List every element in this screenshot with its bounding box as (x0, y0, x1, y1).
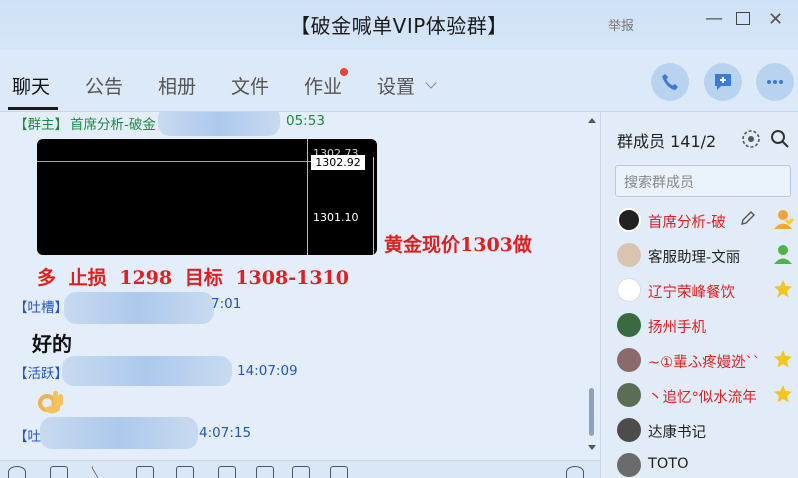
title-bar: 【破金喊单VIP体验群】 举报 — ✕ (0, 0, 798, 50)
avatar (617, 313, 641, 337)
image-icon[interactable] (176, 466, 194, 478)
tab-announcement[interactable]: 公告 (85, 72, 123, 99)
scroll-thumb[interactable] (589, 388, 594, 436)
tab-album[interactable]: 相册 (158, 72, 196, 99)
avatar (617, 348, 641, 372)
member-name: 客服助理-文丽 (648, 250, 741, 266)
tab-chat[interactable]: 聊天 (12, 72, 50, 99)
chat-scrollbar[interactable] (584, 112, 598, 460)
scroll-up-icon[interactable] (588, 118, 596, 123)
star-badge-icon (774, 385, 792, 403)
tab-files[interactable]: 文件 (231, 72, 269, 99)
chat-area[interactable]: 【群主】 首席分析-破金 05:53 1302.73 1302.92 1301.… (0, 112, 600, 460)
member-item[interactable]: 扬州手机 (617, 313, 797, 341)
folder-icon[interactable] (136, 466, 154, 478)
member-search-input[interactable]: 搜索群成员 (615, 165, 791, 197)
keyboard-icon[interactable] (292, 466, 310, 478)
message-text: 好的 (32, 332, 72, 356)
axis-line (307, 139, 308, 255)
sender-role: 【群主】 (14, 117, 68, 133)
sender-role: 【吐槽】 (14, 300, 68, 316)
price-line (37, 161, 313, 162)
call-button[interactable] (651, 63, 689, 101)
avatar (617, 208, 641, 232)
avatar (617, 243, 641, 267)
member-name: 丶追忆°似水流年 (648, 390, 757, 406)
more-icon (767, 80, 783, 84)
red-packet-icon[interactable] (218, 466, 236, 478)
tab-settings[interactable]: 设置 (377, 72, 415, 99)
search-icon[interactable] (769, 128, 791, 150)
edit-icon[interactable] (739, 210, 757, 228)
blurred-name (62, 356, 232, 386)
scroll-down-icon[interactable] (588, 445, 596, 450)
avatar (617, 453, 641, 477)
member-name: 达康书记 (648, 425, 706, 441)
maximize-button[interactable] (736, 12, 750, 25)
active-tab-indicator (8, 107, 58, 110)
price-label-low: 1301.10 (313, 211, 359, 224)
message-time: 05:53 (286, 113, 325, 129)
history-icon[interactable] (566, 466, 584, 478)
signal-text-line1: 黄金现价1303做 (384, 234, 532, 256)
member-name: ~①輩ふ疼嫚迯`` (648, 355, 761, 371)
member-name: 扬州手机 (648, 320, 706, 336)
notification-dot (340, 68, 348, 76)
close-button[interactable]: ✕ (768, 9, 783, 30)
sender-role: 【活跃】 (14, 366, 68, 382)
chart-screenshot-image[interactable]: 1302.73 1302.92 1301.10 (37, 139, 377, 255)
member-panel: 群成员 141/2 搜索群成员 首席分析-破 客服助理-文丽 辽宁荣峰餐饮 扬州… (600, 112, 798, 478)
avatar (617, 418, 641, 442)
star-badge-icon (774, 350, 792, 368)
sender-role: 【吐 (14, 429, 41, 445)
axis-line (373, 157, 374, 255)
window-title: 【破金喊单VIP体验群】 (290, 14, 508, 38)
member-item[interactable]: TOTO (617, 453, 797, 478)
more-button[interactable] (756, 63, 794, 101)
avatar (617, 278, 641, 302)
phone-icon (662, 74, 678, 90)
member-item[interactable]: 首席分析-破 (617, 208, 797, 236)
ok-hand-emoji-icon (38, 391, 63, 414)
avatar (617, 383, 641, 407)
member-count-title: 群成员 141/2 (617, 132, 717, 151)
blurred-name (40, 417, 198, 449)
message-plus-icon (715, 74, 731, 90)
member-settings-icon[interactable] (740, 128, 762, 150)
emoji-icon[interactable] (8, 466, 26, 478)
member-name: 辽宁荣峰餐饮 (648, 285, 735, 301)
gif-icon[interactable] (50, 466, 68, 478)
signal-text-line2: 多 止损 1298 目标 1308-1310 (37, 267, 349, 289)
member-item[interactable]: 客服助理-文丽 (617, 243, 797, 271)
member-item[interactable]: ~①輩ふ疼嫚迯`` (617, 348, 797, 376)
owner-badge-icon (774, 210, 794, 229)
add-message-button[interactable] (704, 63, 742, 101)
member-name: 首席分析-破 (648, 215, 726, 231)
star-badge-icon (774, 280, 792, 298)
price-label-current: 1302.92 (311, 155, 365, 170)
member-item[interactable]: 辽宁荣峰餐饮 (617, 278, 797, 306)
blurred-name (64, 292, 214, 324)
member-item[interactable]: 达康书记 (617, 418, 797, 446)
member-item[interactable]: 丶追忆°似水流年 (617, 383, 797, 411)
sender-name[interactable]: 首席分析-破金 (70, 113, 156, 133)
message-time: 7:01 (211, 296, 242, 312)
message-time: 14:07:09 (237, 363, 298, 379)
report-button[interactable]: 举报 (608, 15, 634, 34)
tv-icon[interactable] (256, 466, 274, 478)
more-tools-icon[interactable] (330, 466, 348, 478)
message-time: 4:07:15 (199, 425, 252, 441)
minimize-button[interactable]: — (705, 8, 723, 29)
member-name: TOTO (648, 456, 689, 472)
admin-badge-icon (774, 245, 792, 264)
blurred-name (158, 112, 280, 136)
tab-homework[interactable]: 作业 (304, 72, 342, 99)
